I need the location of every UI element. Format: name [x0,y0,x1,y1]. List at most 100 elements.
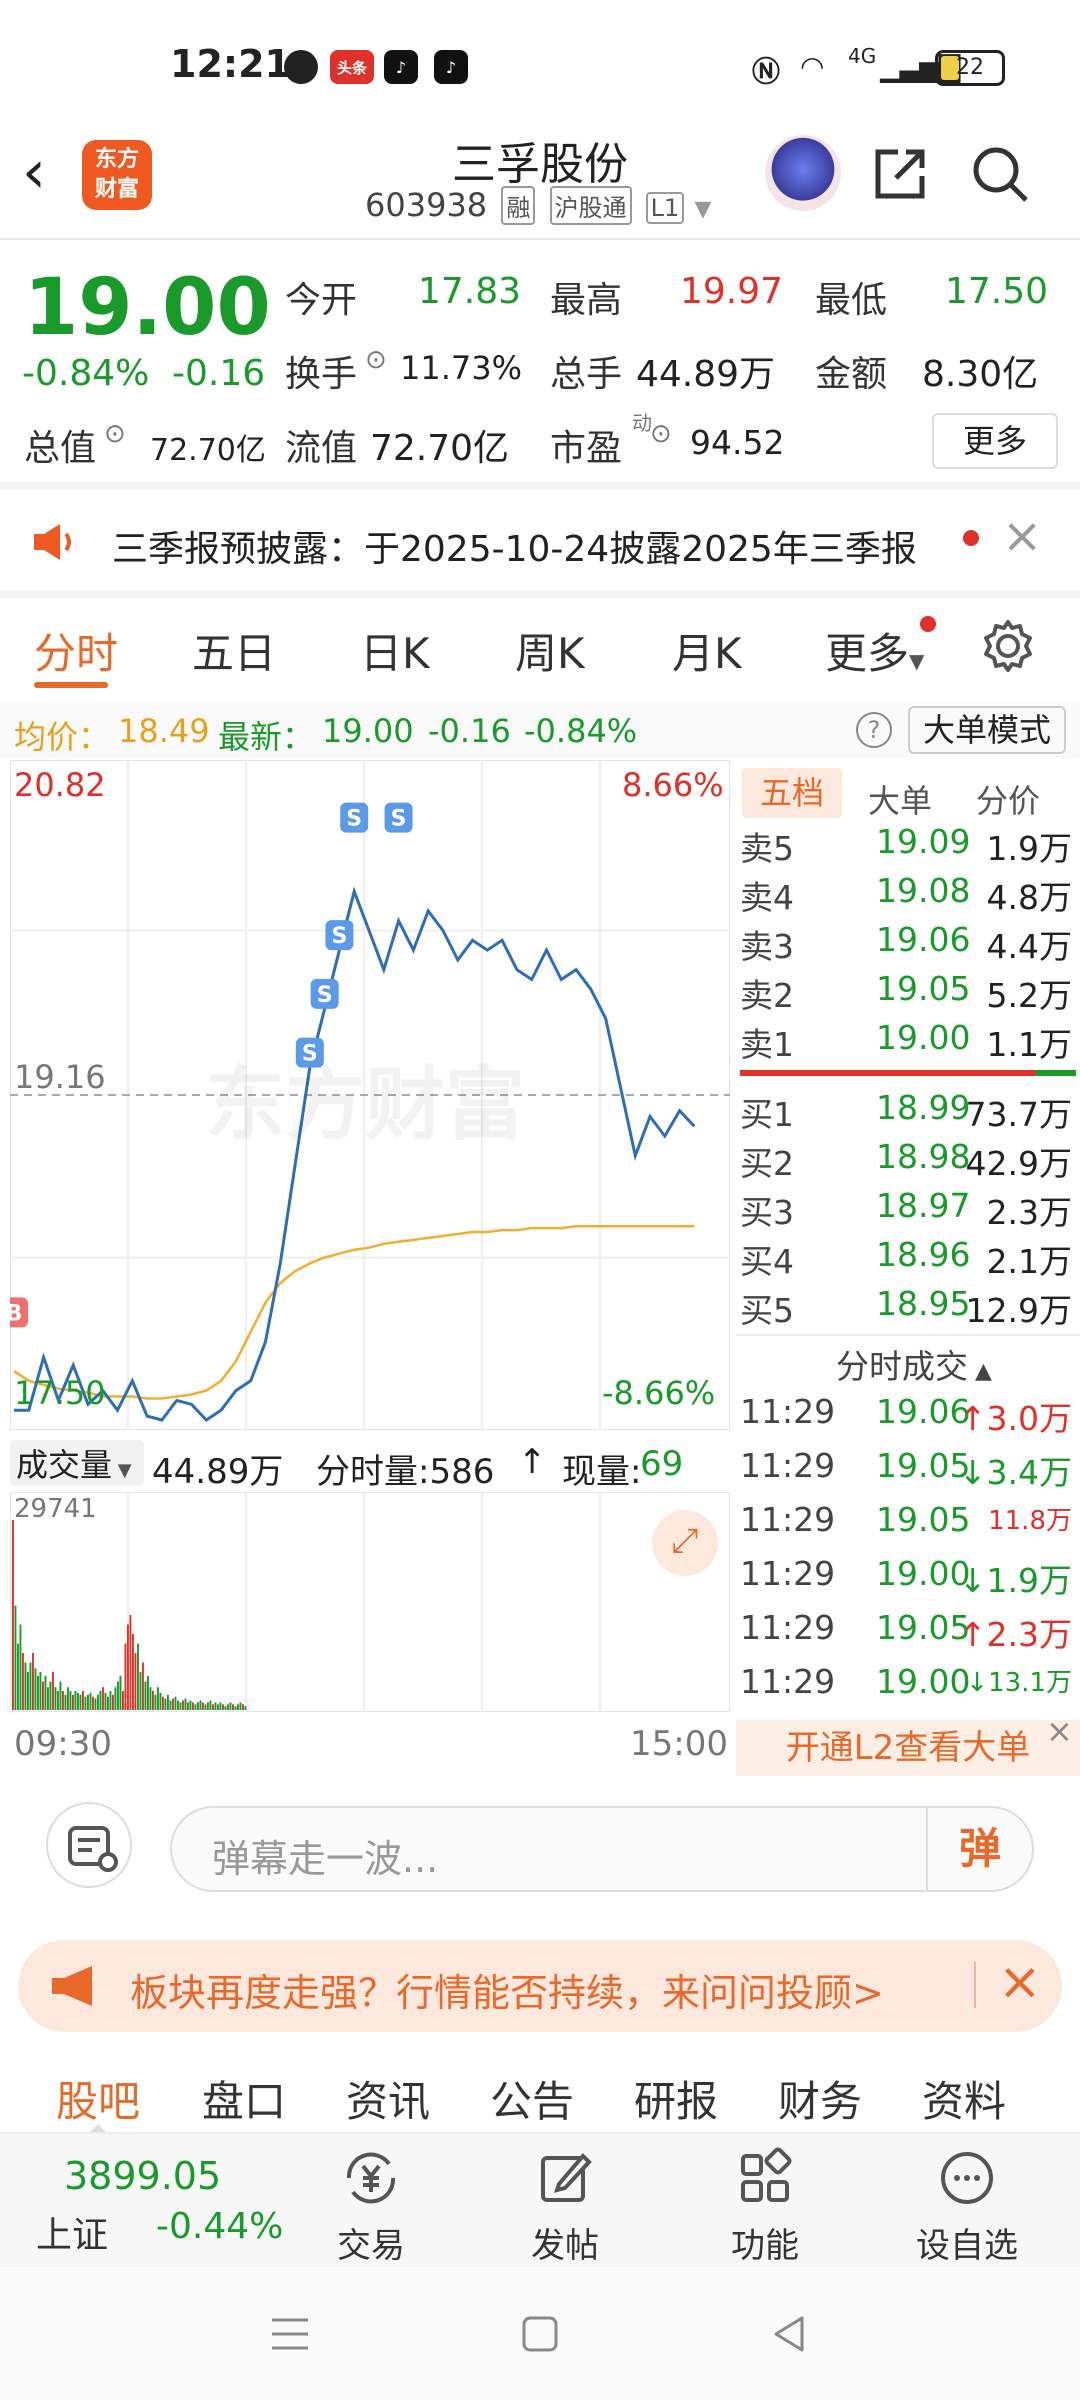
tab-profile[interactable]: 资料 [922,2068,1006,2129]
tab-weekly-k[interactable]: 周K [515,620,585,681]
sell-marker[interactable]: S [384,802,413,833]
trade-row[interactable]: 11:29 19.05 ↑2.3万 [736,1608,1080,1661]
ai-assistant-icon[interactable] [765,135,841,211]
trade-row[interactable]: 11:29 19.05 11.8万 [736,1500,1080,1553]
logo-text: 东方财富 [94,147,139,202]
tab-five-day[interactable]: 五日 [192,620,276,681]
ask-row[interactable]: 卖1 19.00 1.1万 [736,1018,1080,1066]
share-icon[interactable] [868,142,932,206]
l2-upgrade-banner[interactable]: 开通L2查看大单 [736,1720,1080,1776]
tab-big-orders[interactable]: 大单 [868,776,932,822]
post-button[interactable]: 发帖 [490,2134,640,2269]
tab-research[interactable]: 研报 [634,2068,718,2129]
volume-bar [67,1687,69,1710]
trade-button[interactable]: 交易 [296,2134,446,2269]
trade-row[interactable]: 11:29 19.00 ↓1.9万 [736,1554,1080,1607]
menu-icon[interactable] [268,2312,312,2356]
ask-row[interactable]: 卖3 19.06 4.4万 [736,920,1080,968]
search-icon[interactable] [968,142,1032,206]
y-min-pct-label: -8.66% [602,1374,716,1412]
back-nav-icon[interactable] [768,2312,812,2356]
tab-financials[interactable]: 财务 [778,2068,862,2129]
volume-bar [137,1643,139,1710]
ask-row[interactable]: 卖4 19.08 4.8万 [736,871,1080,919]
tab-announcements[interactable]: 公告 [490,2068,574,2129]
status-bar: 12:21 头条 ♪ ♪ Ⓝ ◠ 4G ▁▃▅▇ 22 [0,0,1080,130]
close-icon[interactable]: × [998,1952,1042,2012]
volume-bar [119,1675,122,1710]
info-icon[interactable]: ⊙ [650,419,672,449]
close-icon[interactable]: × [1046,1712,1073,1750]
help-icon[interactable]: ? [856,712,892,748]
tab-order-book[interactable]: 盘口 [202,2068,286,2129]
bid-row[interactable]: 买4 18.96 2.1万 [736,1235,1080,1283]
bid-level: 买1 [740,1095,794,1134]
volume-bar [164,1698,167,1710]
ask-row[interactable]: 卖5 19.09 1.9万 [736,822,1080,870]
latest-change-pct: -0.84% [524,712,638,750]
tab-monthly-k[interactable]: 月K [672,620,742,681]
volume-bar [94,1698,97,1710]
trade-volume: ↓13.1万 [966,1662,1072,1699]
volume-bar [144,1681,147,1710]
more-button[interactable]: 更多 [932,413,1058,469]
info-icon[interactable]: ⊙ [104,419,126,449]
tab-daily-k[interactable]: 日K [360,620,430,681]
bid-row[interactable]: 买2 18.98 42.9万 [736,1137,1080,1185]
tab-more[interactable]: 更多▼ [825,620,924,681]
volume-indicator-select[interactable]: 成交量 ▼ [10,1440,144,1486]
bid-row[interactable]: 买3 18.97 2.3万 [736,1186,1080,1234]
index-widget[interactable]: 3899.05 上证 -0.44% [20,2134,290,2269]
danmaku-input[interactable]: 弹幕走一波... 弹 [170,1806,1034,1892]
trade-row[interactable]: 11:29 19.06 ↑3.0万 [736,1392,1080,1445]
bid-row[interactable]: 买5 18.95 12.9万 [736,1284,1080,1332]
network-type: 4G [848,44,877,68]
back-button[interactable]: ‹ [22,142,62,202]
big-order-mode-button[interactable]: 大单模式 [908,706,1066,754]
index-value: 3899.05 [64,2154,222,2198]
edit-icon [541,2153,592,2202]
danmaku-settings-icon[interactable] [46,1802,132,1888]
info-icon[interactable]: ⊙ [365,345,387,375]
tab-price-distribution[interactable]: 分价 [976,776,1040,822]
close-icon[interactable]: × [1002,508,1042,564]
sell-marker[interactable]: S [325,920,354,951]
settings-gear-icon[interactable] [980,618,1036,674]
sort-up-icon: ▲ [968,1359,992,1384]
sell-marker[interactable]: S [340,802,369,833]
bid-price: 18.95 [876,1284,971,1323]
notice-bar[interactable]: 三季报预披露：于2025-10-24披露2025年三季报 × [0,490,1080,590]
app-logo[interactable]: 东方财富 [82,140,152,210]
volume-bar [209,1700,212,1710]
functions-button[interactable]: 功能 [690,2134,840,2269]
expand-icon[interactable]: ⤢ [652,1510,718,1576]
ask-row[interactable]: 卖2 19.05 5.2万 [736,969,1080,1017]
trade-label: 交易 [337,2226,405,2266]
stock-code-line[interactable]: 603938 融 沪股通 L1 ▼ [365,186,711,225]
bid-row[interactable]: 买1 18.99 73.7万 [736,1088,1080,1136]
trade-price: 19.06 [876,1392,971,1431]
trade-row[interactable]: 11:29 19.05 ↓3.4万 [736,1446,1080,1499]
buy-marker[interactable]: B [0,1297,28,1328]
tab-forum[interactable]: 股吧 [56,2068,140,2129]
trade-volume: ↑3.0万 [959,1392,1072,1440]
add-watchlist-button[interactable]: 设自选 [892,2134,1042,2269]
advisor-promo-banner[interactable]: 板块再度走强？行情能否持续，来问问投顾> × [18,1940,1062,2032]
volume-chart-svg [9,1491,731,1713]
tab-five-levels[interactable]: 五档 [742,768,842,818]
sell-marker[interactable]: S [310,978,339,1009]
trades-title[interactable]: 分时成交 ▲ [836,1340,992,1388]
intraday-price-chart[interactable]: BSSSSS 20.82 8.66% 19.16 17.50 -8.66% 东方… [0,759,731,1431]
divider [974,1962,976,2008]
volume-chart[interactable]: 29741 ⤢ [9,1491,731,1713]
tab-intraday[interactable]: 分时 [34,620,118,681]
danmaku-send-button[interactable]: 弹 [926,1808,1032,1890]
trade-row[interactable]: 11:29 19.00 ↓13.1万 [736,1662,1080,1715]
volume-bar [132,1634,134,1710]
index-change: -0.44% [156,2206,284,2247]
trade-volume-value: 11.8万 [988,1506,1072,1536]
home-icon[interactable] [518,2312,562,2356]
ask-level: 卖1 [740,1025,794,1064]
tab-news[interactable]: 资讯 [346,2068,430,2129]
volume-bar [184,1698,187,1710]
